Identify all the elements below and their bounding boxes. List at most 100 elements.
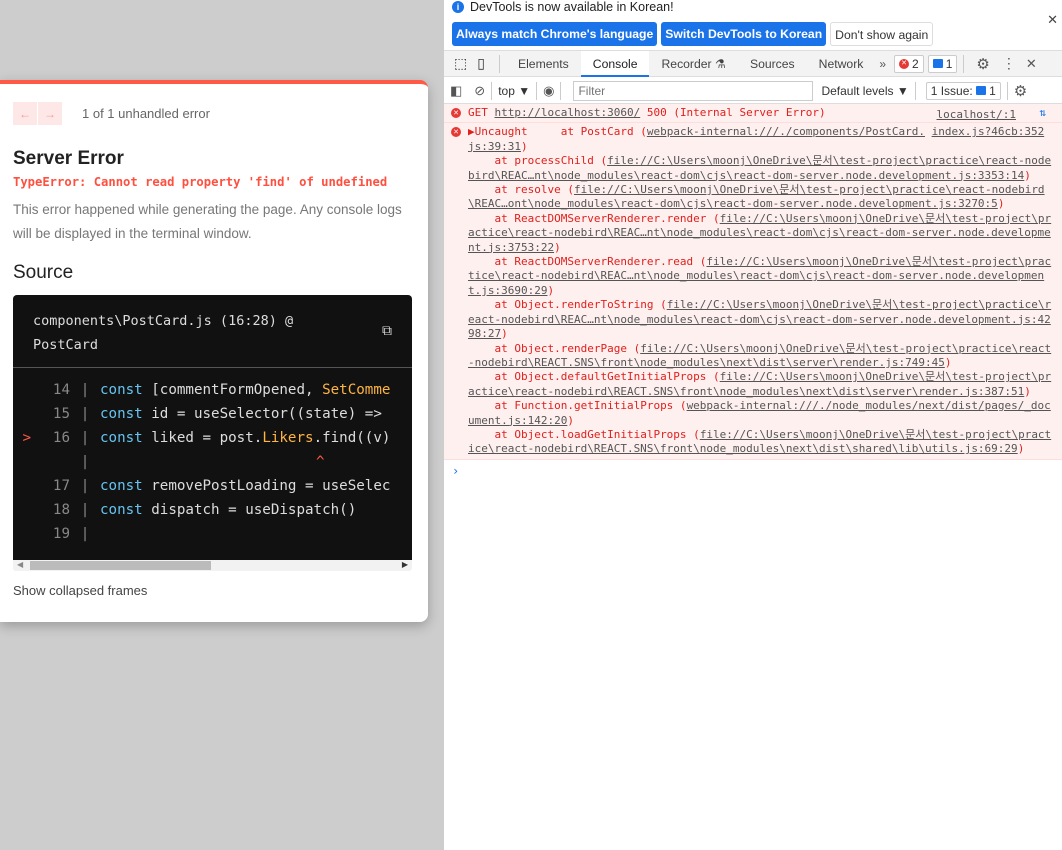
language-infobar: i DevTools is now available in Korean! [452,0,674,14]
line-number: 16 [52,430,70,446]
code-line: | ^ [13,450,412,474]
prev-error-button[interactable]: ← [13,102,37,125]
line-number: 18 [52,502,70,518]
line-number: 17 [52,478,70,494]
code-text: const id = useSelector((state) => [100,402,382,426]
console-toolbar: ◧ ⊘ top ▼ ◉ Default levels ▼ 1 Issue: 1 … [444,78,1062,104]
horizontal-scrollbar[interactable]: ◀ ▶ [13,560,412,571]
paren: ) [520,139,528,153]
open-external-icon[interactable]: ⧉ [382,319,392,343]
tab-recorder[interactable]: Recorder ⚗ [649,51,737,77]
divider [914,81,916,100]
gear-icon[interactable]: ⚙ [970,55,995,73]
line-number: 19 [52,526,70,542]
keyword: const [100,502,143,518]
error-line-marker: > [22,430,31,446]
network-request-icon[interactable]: ⇅ [1039,106,1046,120]
code: .find((v) [313,430,391,446]
code-text: const [commentFormOpened, SetComme [100,378,390,402]
stack-frame-fn: at Object.loadGetInitialProps ( [468,427,700,441]
line-number [35,450,70,474]
issues-button[interactable]: 1 Issue: 1 [925,81,1001,100]
error-icon: ✕ [451,127,461,138]
stack-frame-fn: at PostCard ( [527,125,647,139]
dont-show-again-button[interactable]: Don't show again [830,22,934,46]
paren: ) [554,240,561,254]
source-heading: Source [13,262,74,283]
code-text: const dispatch = useDispatch() [100,498,356,522]
context-selector[interactable]: top ▼ [498,84,530,98]
console-error-get: ✕ GET http://localhost:3060/ 500 (Intern… [444,104,1062,124]
message-icon [932,59,943,68]
paren: ) [547,283,555,297]
error-line-marker [13,450,35,474]
log-levels-dropdown[interactable]: Default levels ▼ [821,84,908,98]
console-error-uncaught: ✕ ▶Uncaught at PostCard (webpack-interna… [444,123,1062,460]
close-devtools-icon[interactable]: ✕ [1022,56,1041,72]
sidebar-toggle-icon[interactable]: ◧ [450,83,462,99]
divider [1006,81,1008,100]
keyword: const [100,478,143,494]
stack-frame-fn: at ReactDOMServerRenderer.read ( [468,255,707,269]
stack-frame-fn: at resolve ( [468,183,574,197]
devtools-panel: i DevTools is now available in Korean! ✕… [444,0,1062,850]
more-tabs-icon[interactable]: » [875,57,890,71]
highlight: Likers [262,430,314,446]
tab-console[interactable]: Console [580,50,650,77]
kebab-menu-icon[interactable]: ⋮ [996,55,1022,72]
next-error-button[interactable]: → [38,102,62,125]
always-match-language-button[interactable]: Always match Chrome's language [452,22,658,46]
show-collapsed-frames-button[interactable]: Show collapsed frames [13,583,147,598]
paren: ) [997,197,1005,211]
flask-icon: ⚗ [715,56,726,71]
error-message: TypeError: Cannot read property 'find' o… [13,175,388,189]
gutter-bar: | [80,454,90,470]
tab-network[interactable]: Network [807,51,876,77]
code-line: 18 | const dispatch = useDispatch() [13,498,412,522]
inspect-element-icon[interactable]: ⬚ [444,55,473,72]
code-line: 15 | const id = useSelector((state) => [13,402,412,426]
tab-sources[interactable]: Sources [738,51,807,77]
device-toolbar-icon[interactable]: ▯ [473,55,493,72]
error-description: This error happened while generating the… [13,202,402,241]
scroll-left-icon[interactable]: ◀ [17,560,23,569]
scroll-right-icon[interactable]: ▶ [402,560,408,569]
console-prompt[interactable]: › [444,460,1062,482]
divider [560,81,562,100]
filter-input[interactable] [573,80,814,101]
source-link[interactable]: index.js?46cb:352 [932,125,1045,138]
status-text: 500 (Internal Server Error) [640,106,826,119]
switch-to-korean-button[interactable]: Switch DevTools to Korean [661,22,827,46]
keyword: const [100,430,143,446]
gutter-bar: | [80,526,90,542]
stack-frame-fn: at Object.renderPage ( [468,341,641,355]
scrollbar-thumb[interactable] [30,561,211,570]
divider [536,81,538,100]
gutter-bar: | [80,382,90,398]
paren: ) [567,413,574,427]
expand-toggle[interactable]: ▶Uncaught [468,125,528,138]
code-frame-header: components\PostCard.js (16:28) @ PostCar… [13,295,412,368]
stack-frame-link-tail[interactable]: js:39:31 [468,140,521,153]
error-count-badge[interactable]: ✕ 2 [894,54,924,73]
tab-elements[interactable]: Elements [506,51,581,77]
request-url-link[interactable]: http://localhost:3060/ [495,106,641,119]
request-method: GET [468,106,495,119]
console-settings-gear-icon[interactable]: ⚙ [1014,82,1027,100]
source-link[interactable]: localhost/:1 [937,108,1016,122]
error-line-marker [13,402,35,426]
line-number: 14 [52,382,70,398]
clear-console-icon[interactable]: ⊘ [474,83,485,99]
tab-recorder-label: Recorder [661,56,712,71]
issues-count: 1 [989,83,996,98]
stack-frame-fn: at processChild ( [468,154,608,168]
source-file-link[interactable]: components\PostCard.js (16:28) @ PostCar… [33,309,333,357]
code-text: const removePostLoading = useSelec [100,474,390,498]
live-expression-eye-icon[interactable]: ◉ [543,83,554,99]
message-count-badge[interactable]: 1 [927,54,958,73]
stack-frame-link[interactable]: webpack-internal:///./components/PostCar… [647,125,925,138]
close-icon[interactable]: ✕ [1047,12,1058,28]
error-caret: ^ [316,454,325,470]
error-line-marker [13,522,35,546]
paren: ) [1024,384,1031,398]
